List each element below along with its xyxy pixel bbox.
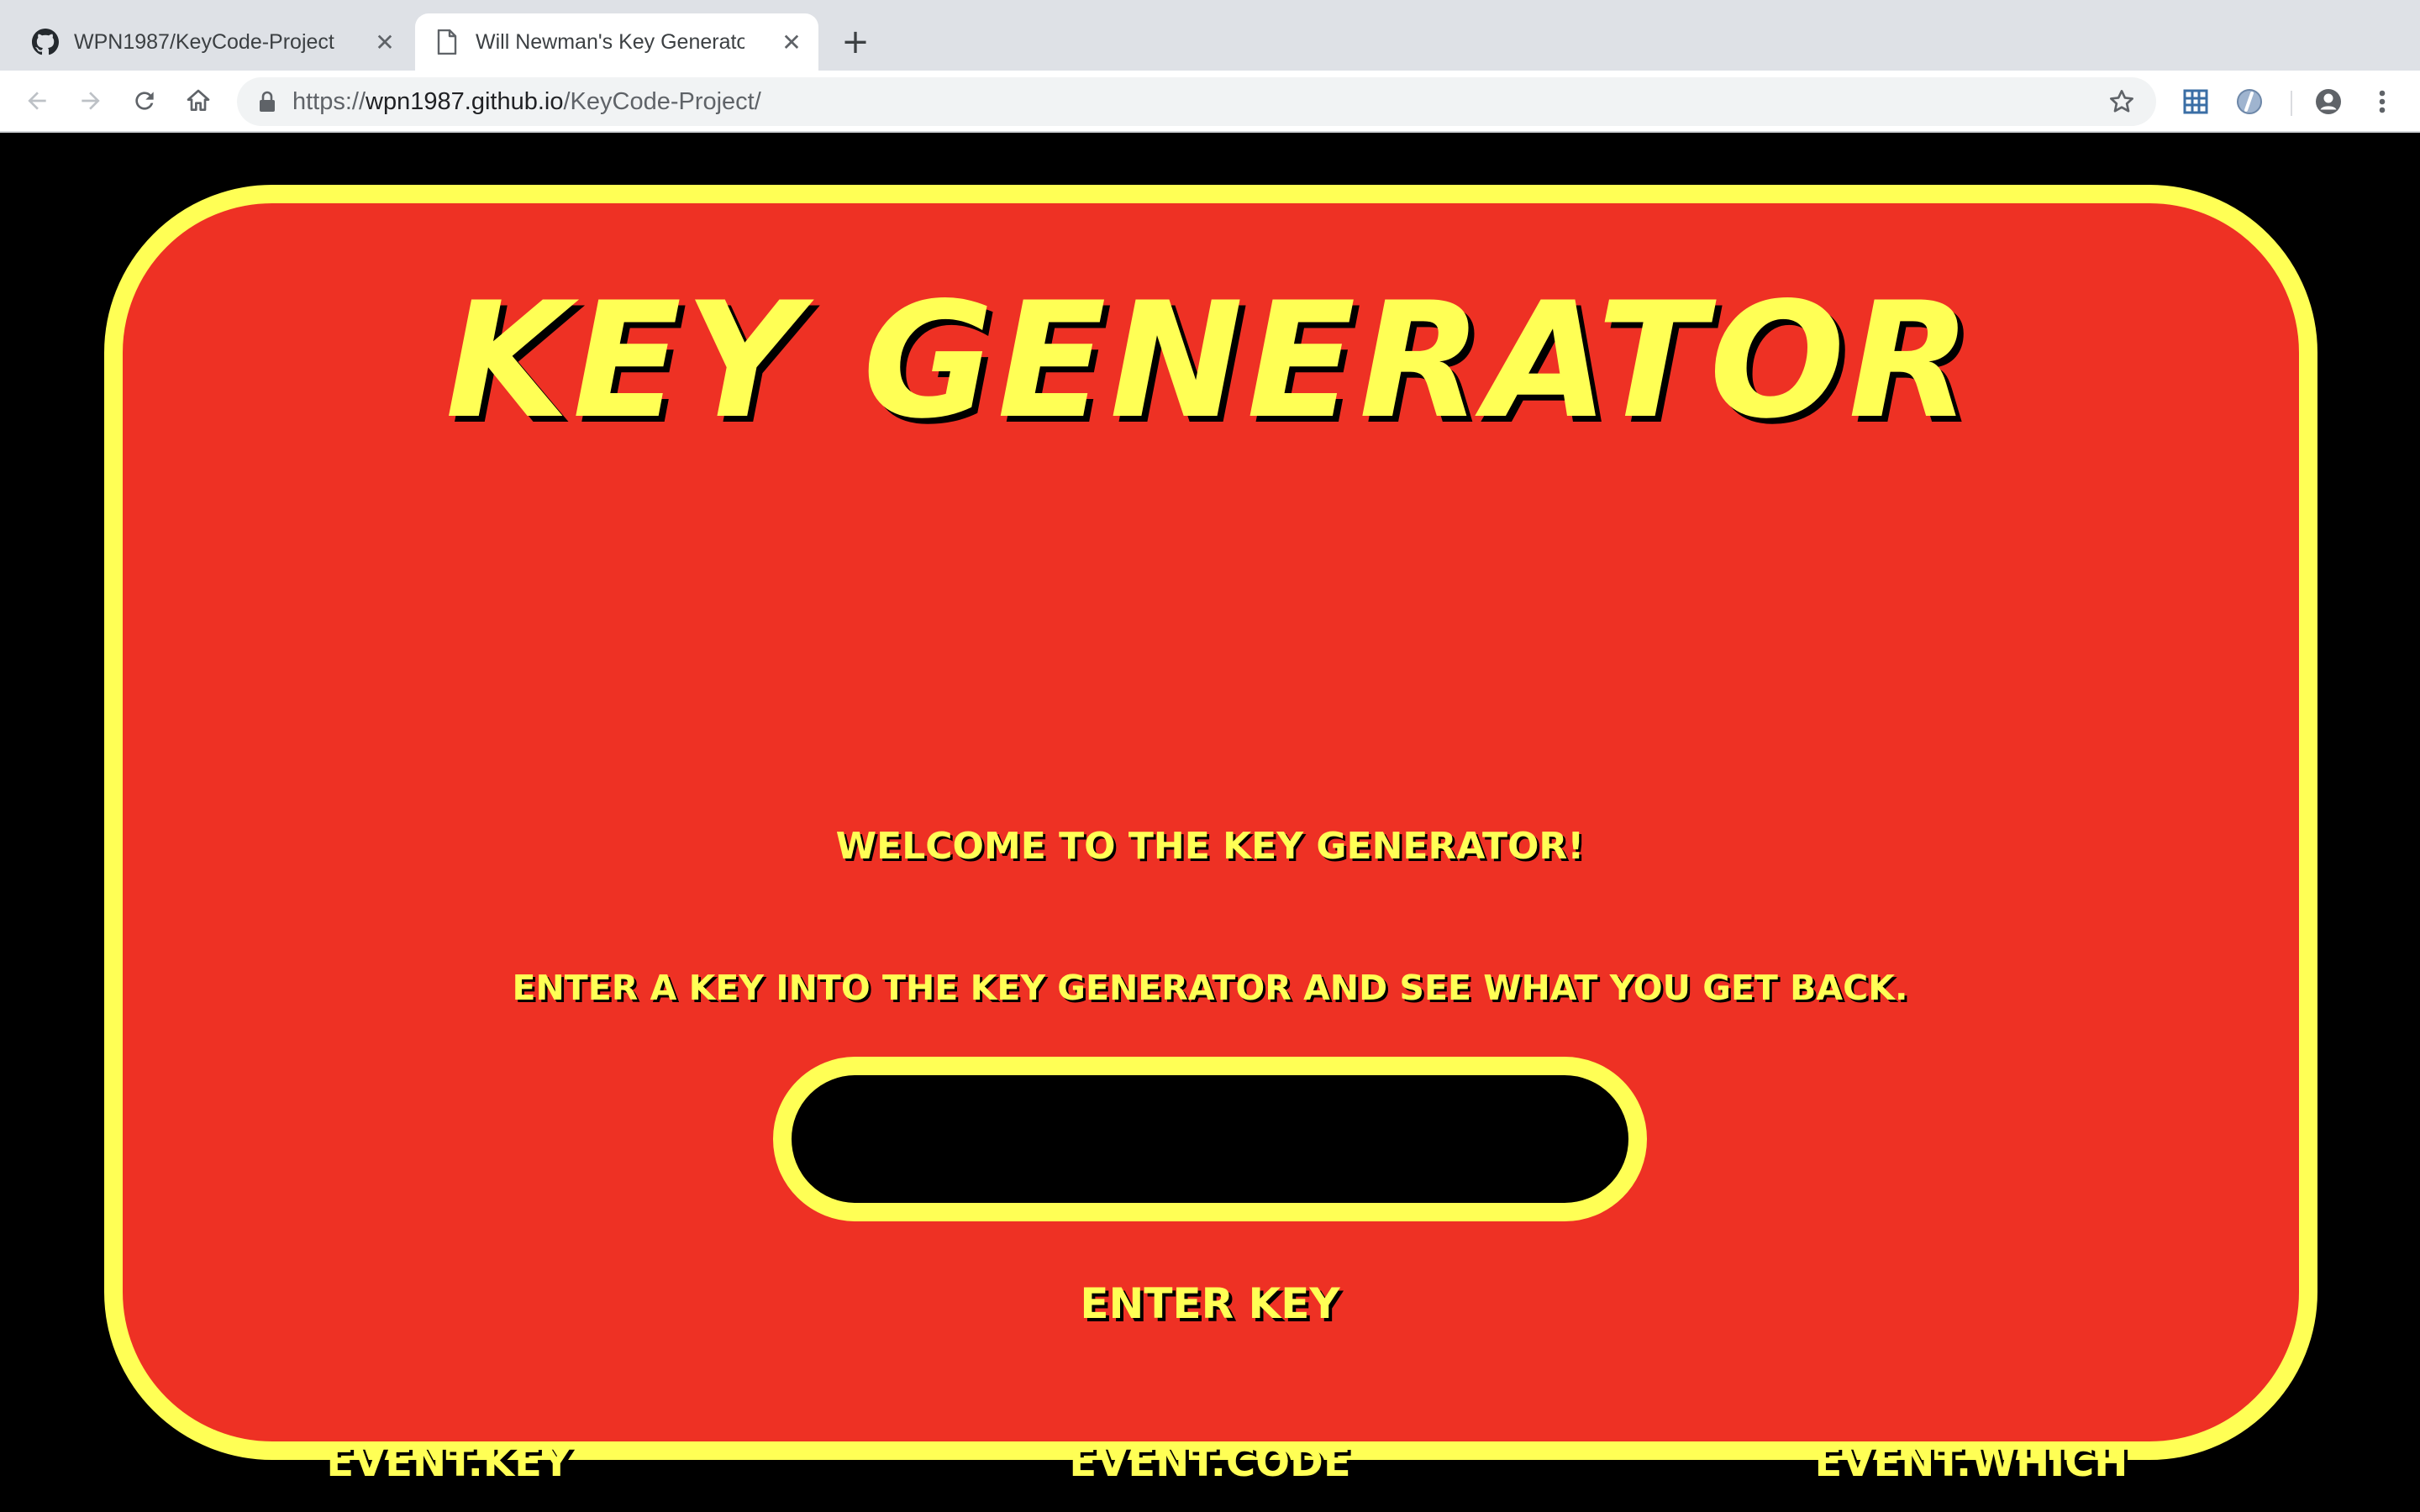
github-icon [32, 29, 59, 55]
document-icon [434, 29, 460, 55]
tab-strip: WPN1987/KeyCode-Project ✕ Will Newman's … [0, 0, 2420, 71]
welcome-message: WELCOME TO THE KEY GENERATOR! [835, 825, 1585, 868]
extension-compass-icon[interactable] [2233, 86, 2265, 118]
close-icon[interactable]: ✕ [371, 29, 398, 56]
menu-kebab-icon[interactable] [2366, 86, 2398, 118]
profile-avatar-icon[interactable] [2312, 86, 2344, 118]
toolbar-divider [2291, 91, 2292, 116]
tab-title: Will Newman's Key Generator [476, 30, 744, 54]
back-arrow-icon[interactable] [20, 84, 54, 118]
tab-github[interactable]: WPN1987/KeyCode-Project ✕ [13, 13, 412, 71]
tab-key-generator[interactable]: Will Newman's Key Generator ✕ [415, 13, 818, 71]
close-icon[interactable]: ✕ [778, 29, 805, 56]
event-key-label: EVENT.KEY [326, 1439, 571, 1486]
key-input[interactable] [773, 1057, 1647, 1221]
tab-title: WPN1987/KeyCode-Project [74, 30, 334, 54]
page-title: KEY GENERATOR [445, 268, 1975, 454]
reload-icon[interactable] [128, 84, 161, 118]
new-tab-button[interactable]: + [839, 23, 872, 61]
home-icon[interactable] [182, 84, 215, 118]
url-scheme: https:// [292, 88, 366, 115]
url-text: https://wpn1987.github.io/KeyCode-Projec… [292, 86, 761, 118]
forward-arrow-icon[interactable] [74, 84, 108, 118]
bookmark-star-icon[interactable] [2106, 86, 2138, 118]
event-which-label: EVENT.WHICH [1814, 1439, 2128, 1486]
url-host: wpn1987.github.io [366, 88, 564, 115]
extension-grid-icon[interactable] [2180, 86, 2212, 118]
url-path: /KeyCode-Project/ [563, 88, 761, 115]
instructions-text: ENTER A KEY INTO THE KEY GENERATOR AND S… [512, 968, 1908, 1008]
lock-icon [255, 90, 279, 113]
enter-key-button[interactable]: ENTER KEY [1042, 1270, 1378, 1337]
browser-toolbar: https://wpn1987.github.io/KeyCode-Projec… [0, 71, 2420, 133]
event-code-label: EVENT.CODE [1069, 1439, 1351, 1486]
browser-chrome: WPN1987/KeyCode-Project ✕ Will Newman's … [0, 0, 2420, 133]
address-bar[interactable]: https://wpn1987.github.io/KeyCode-Projec… [237, 77, 2156, 126]
